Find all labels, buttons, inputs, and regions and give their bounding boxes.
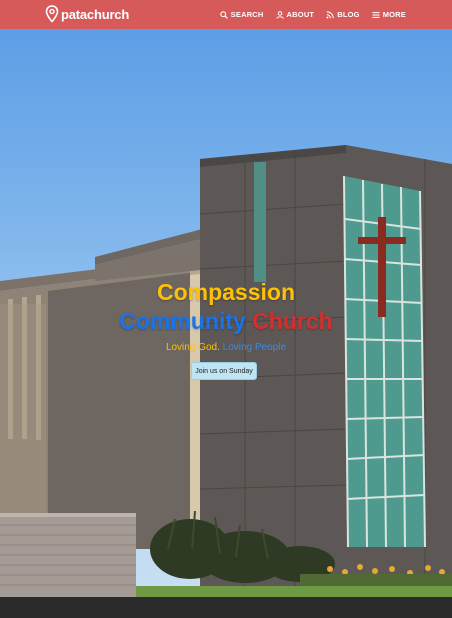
- join-sunday-button[interactable]: Join us on Sunday: [191, 362, 257, 380]
- hero-section: Compassion Community Church Loving God. …: [0, 29, 452, 597]
- person-icon: [275, 10, 284, 19]
- page-footer-strip: [0, 597, 452, 618]
- nav-blog[interactable]: BLOG: [326, 10, 359, 19]
- tagline-loving-god: Loving God.: [165, 342, 220, 353]
- hero-title-line2: Community Church: [0, 308, 452, 335]
- location-pin-icon: [45, 5, 59, 23]
- page: patachurch SEARCH ABOUT BLOG MORE Compas…: [0, 0, 452, 618]
- main-nav: SEARCH ABOUT BLOG MORE: [219, 0, 406, 29]
- top-navigation-bar: patachurch SEARCH ABOUT BLOG MORE: [0, 0, 452, 29]
- hero-title-community: Community: [119, 308, 246, 334]
- rss-icon: [326, 10, 334, 19]
- nav-more-label: MORE: [382, 10, 406, 19]
- tagline-loving-people: Loving People: [222, 342, 287, 353]
- search-icon: [219, 10, 228, 19]
- brand-name: patachurch: [61, 6, 130, 22]
- nav-about[interactable]: ABOUT: [275, 10, 315, 19]
- nav-more[interactable]: MORE: [372, 10, 406, 19]
- hero-title-line1: Compassion: [156, 279, 296, 305]
- hero-title-church: Church: [252, 308, 333, 334]
- brand-logo[interactable]: patachurch: [45, 5, 129, 23]
- menu-icon: [372, 11, 380, 18]
- nav-about-label: ABOUT: [286, 10, 315, 19]
- nav-blog-label: BLOG: [337, 10, 360, 19]
- hero-tagline: Loving God. Loving People: [0, 342, 452, 353]
- nav-search-label: SEARCH: [230, 10, 264, 19]
- nav-search[interactable]: SEARCH: [219, 10, 264, 19]
